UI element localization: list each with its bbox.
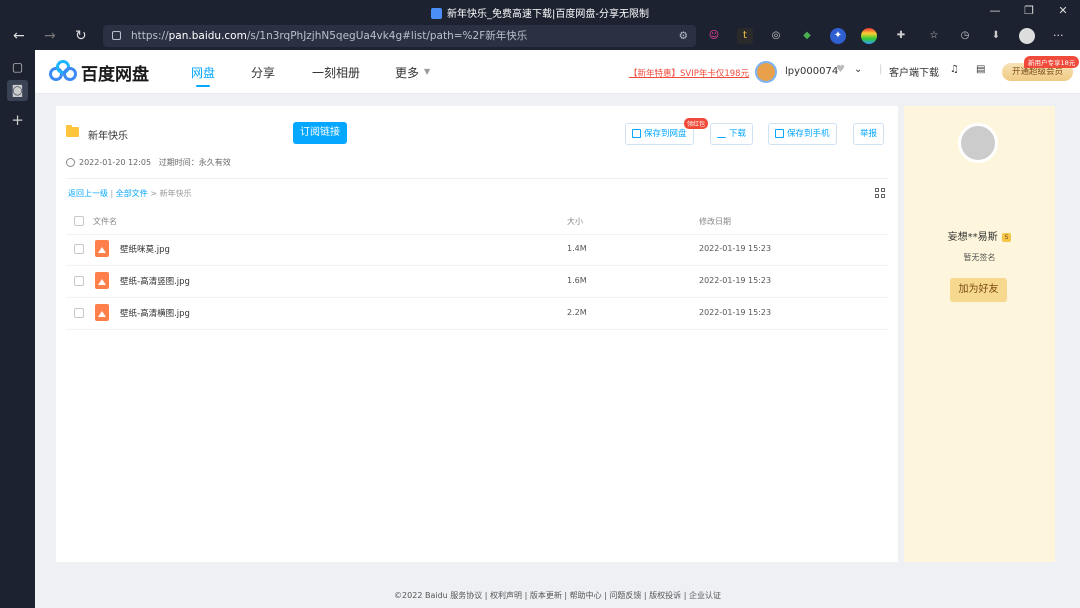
clipboard-icon[interactable]: ▤ [976,64,985,75]
grid-view-icon[interactable] [875,188,886,199]
share-expire: 过期时间：永久有效 [158,158,231,167]
extension-shield-icon[interactable]: ◆ [799,28,815,44]
save-to-disk-button[interactable]: 保存到网盘 [625,123,694,145]
baidu-pan-logo[interactable]: 百度网盘 [49,60,149,85]
favorites-icon[interactable]: ☆ [926,28,942,44]
close-window-button[interactable]: ✕ [1046,0,1080,23]
vertical-tabs-sidebar: ▢ ◙ + [0,50,35,608]
site-footer[interactable]: ©2022 Baidu 服务协议 | 权利声明 | 版本更新 | 帮助中心 | … [35,590,1080,601]
add-friend-button[interactable]: 加为好友 [950,278,1007,302]
share-card: 新年快乐 订阅链接 2022-01-20 12:05 过期时间：永久有效 保存到… [56,106,898,562]
client-download-link[interactable]: 客户端下载 [889,64,939,79]
row-divider [66,266,888,298]
breadcrumb-current: 新年快乐 [159,189,192,198]
nav-more[interactable]: 更多 [395,64,419,81]
window-titlebar: 新年快乐_免费高速下载|百度网盘-分享无限制 — ❐ ✕ [0,0,1080,23]
sharer-name: 妄想**易斯 [947,232,998,243]
column-header-size[interactable]: 大小 [567,216,583,227]
subscribe-link-button[interactable]: 订阅链接 [293,122,347,144]
svip-level-icon: S [1001,233,1012,242]
save-label: 保存到网盘 [644,129,687,139]
cloud-logo-icon [49,60,77,84]
browser-toolbar: ← → ↻ https://pan.baidu.com/s/1n3rqPhJzj… [0,23,1080,50]
window-title: 新年快乐_免费高速下载|百度网盘-分享无限制 [447,9,649,20]
url-path: /s/1n3rqPhJzjhN5qegUa4vk4g#list/path=%2F… [246,30,528,42]
nav-share[interactable]: 分享 [251,64,275,81]
save-phone-label: 保存到手机 [787,129,830,139]
user-avatar[interactable] [755,61,777,83]
row-divider [66,234,888,266]
profile-avatar-icon[interactable] [1019,28,1035,44]
url-prefix: https:// [131,30,169,42]
downloads-icon[interactable]: ⬇ [988,28,1004,44]
tab-actions-icon[interactable]: ▢ [9,59,26,76]
sharer-signature: 暂无签名 [963,253,996,262]
breadcrumb-back[interactable]: 返回上一级 [68,189,108,198]
download-button[interactable]: 下载 [710,123,754,145]
notification-bell-icon[interactable]: ♫ [950,64,959,75]
sharer-name-row: 妄想**易斯 S [904,228,1055,243]
vip-badge: 新用户专享18元 [1024,56,1080,68]
nav-active-underline [196,85,210,87]
sharer-panel: 妄想**易斯 S 暂无签名 加为好友 [904,106,1055,562]
download-label: 下载 [729,129,747,139]
address-bar[interactable]: https://pan.baidu.com/s/1n3rqPhJzjhN5qeg… [103,25,696,47]
site-header: 百度网盘 网盘 分享 一刻相册 更多 ▼ 【新年特惠】SVIP年卡仅198元 l… [35,50,1080,94]
extension-rainbow-icon[interactable] [861,28,877,44]
minimize-button[interactable]: — [978,0,1012,23]
extensions-puzzle-icon[interactable]: ✚ [893,28,909,44]
folder-title: 新年快乐 [88,131,128,142]
back-button[interactable]: ← [13,28,25,44]
download-icon [717,129,726,138]
new-tab-icon[interactable]: + [9,112,26,129]
column-header-name[interactable]: 文件名 [93,216,117,227]
extension-cat-icon[interactable]: ☺ [706,28,722,44]
url-domain: pan.baidu.com [168,30,247,42]
extension-mask-icon[interactable]: ◎ [768,28,784,44]
nav-album[interactable]: 一刻相册 [312,64,360,81]
reload-button[interactable]: ↻ [75,28,87,44]
share-created: 2022-01-20 12:05 [79,158,152,167]
nav-netdisk[interactable]: 网盘 [191,64,215,81]
select-all-checkbox[interactable] [74,216,84,226]
restore-button[interactable]: ❐ [1012,0,1046,23]
phone-icon [775,129,784,138]
breadcrumb-all-files[interactable]: 全部文件 [116,189,148,198]
browser-menu-button[interactable]: ··· [1053,28,1064,44]
tab-favicon-icon [431,8,442,19]
sharer-avatar[interactable] [958,123,998,163]
red-packet-badge: 领红包 [684,118,709,129]
breadcrumb: 返回上一级 | 全部文件 > 新年快乐 [68,189,192,198]
history-icon[interactable]: ◷ [957,28,973,44]
chevron-down-icon: ▼ [424,67,431,76]
svip-promo-link[interactable]: 【新年特惠】SVIP年卡仅198元 [629,67,749,79]
tracking-prevention-icon[interactable]: ⚙ [679,25,688,47]
save-to-phone-button[interactable]: 保存到手机 [768,123,837,145]
clock-icon [66,158,75,167]
header-divider: | [879,64,883,75]
username[interactable]: lpy000074 [785,66,838,77]
column-header-date[interactable]: 修改日期 [699,216,731,227]
row-divider [66,298,888,330]
forward-button[interactable]: → [44,28,56,44]
vip-heart-icon: ♥ [836,64,845,75]
divider [66,178,888,179]
share-meta: 2022-01-20 12:05 过期时间：永久有效 [66,157,231,168]
folder-icon [66,125,79,137]
extension-compass-icon[interactable]: ✦ [830,28,846,44]
brand-name: 百度网盘 [81,64,149,85]
lock-icon [112,31,121,40]
user-menu-chevron-icon[interactable]: ⌄ [854,64,862,75]
extension-t-icon[interactable]: t [737,28,753,44]
active-tab-icon[interactable]: ◙ [7,80,28,101]
report-button[interactable]: 举报 [853,123,885,145]
save-icon [632,129,641,138]
page-content: 百度网盘 网盘 分享 一刻相册 更多 ▼ 【新年特惠】SVIP年卡仅198元 l… [35,50,1080,608]
